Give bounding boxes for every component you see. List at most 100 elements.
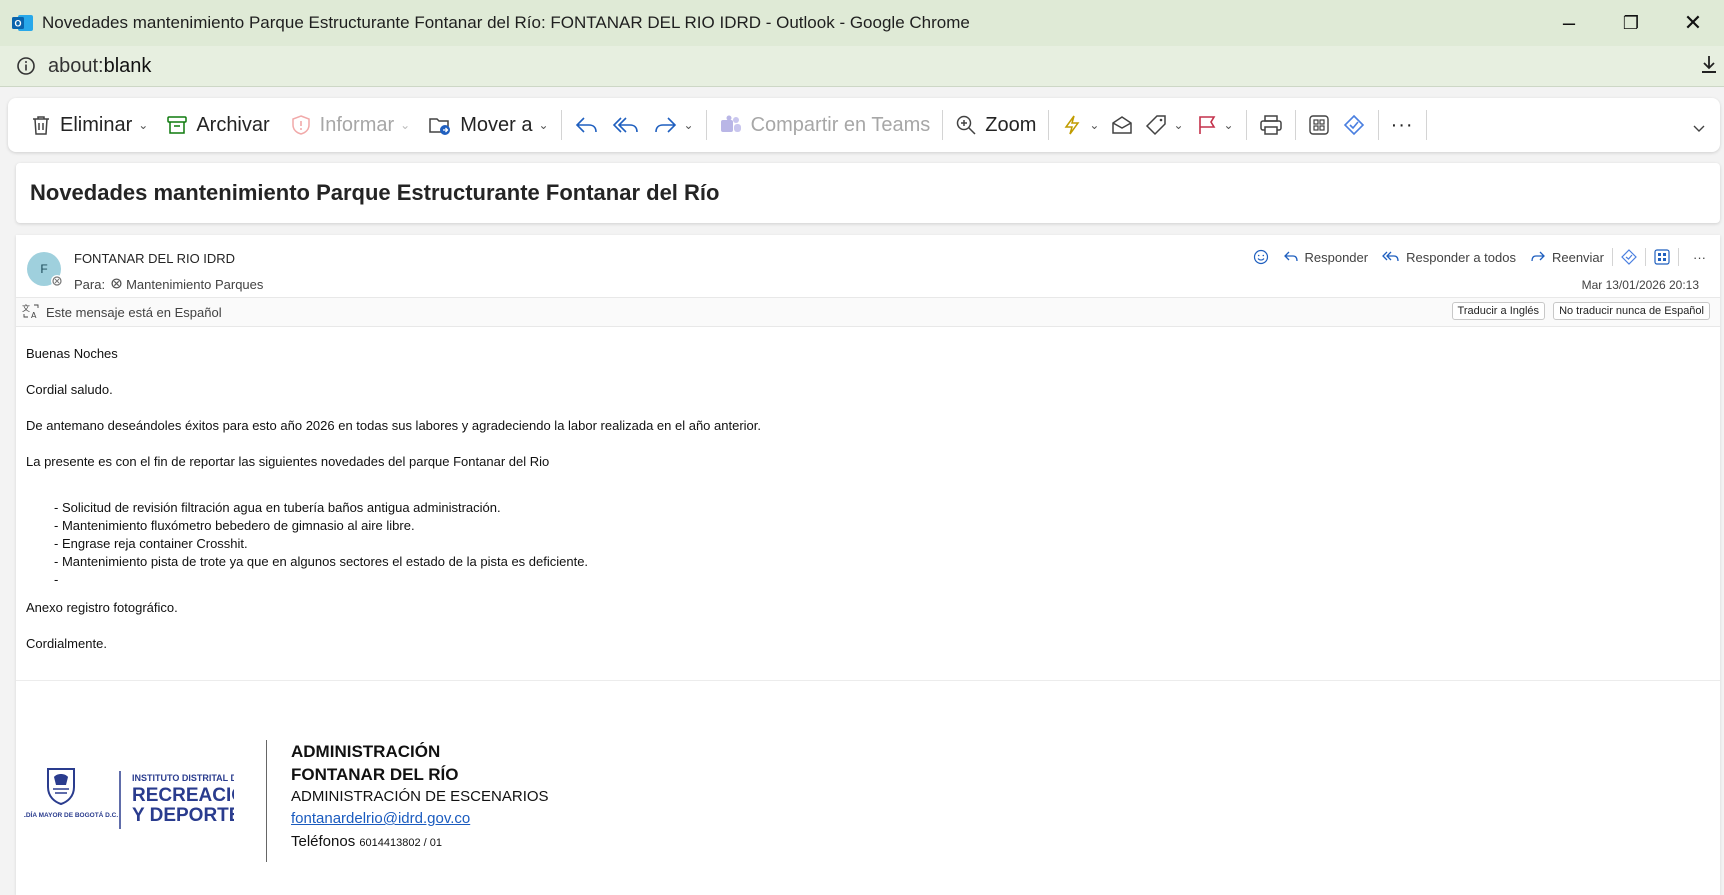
ribbon-divider bbox=[942, 110, 944, 140]
to-label: Para: bbox=[74, 277, 106, 292]
address-bar[interactable]: about:blank bbox=[0, 46, 1724, 87]
chevron-down-icon[interactable]: ⌄ bbox=[684, 118, 694, 132]
forward-button[interactable]: ⌄ bbox=[646, 105, 700, 145]
reply-all-action[interactable]: Responder a todos bbox=[1382, 250, 1516, 265]
window-title: Novedades mantenimiento Parque Estructur… bbox=[42, 13, 970, 32]
categorize-button[interactable]: ⌄ bbox=[1139, 105, 1189, 145]
reply-label: Responder bbox=[1304, 249, 1369, 265]
signature-divider-line bbox=[266, 740, 267, 862]
translation-notice: Este mensaje está en Español bbox=[46, 304, 222, 320]
closing-text: Cordialmente. bbox=[26, 636, 107, 651]
message-actions: Responder Responder a todos Reenviar ··· bbox=[1239, 248, 1706, 266]
annex-text: Anexo registro fotográfico. bbox=[26, 600, 178, 615]
print-button[interactable] bbox=[1253, 105, 1289, 145]
message-reading-pane: F FONTANAR DEL RIO IDRD Para: Mantenimie… bbox=[4, 235, 1720, 895]
chevron-down-icon[interactable]: ⌄ bbox=[138, 118, 148, 132]
signature-line-3: ADMINISTRACIÓN DE ESCENARIOS bbox=[291, 788, 549, 805]
archive-button[interactable]: Archivar bbox=[160, 105, 275, 145]
translate-button[interactable]: Traducir a Inglés bbox=[1451, 302, 1546, 320]
apps-action[interactable] bbox=[1654, 249, 1670, 265]
restore-button[interactable]: ❐ bbox=[1600, 0, 1662, 46]
idrd-logo: ALCALDÍA MAYOR DE BOGOTÁ D.C. INSTITUTO … bbox=[4, 765, 260, 835]
loop-button[interactable] bbox=[1336, 105, 1372, 145]
signature-phone: Teléfonos 6014413802 / 01 bbox=[291, 830, 549, 855]
delete-button[interactable]: Eliminar ⌄ bbox=[24, 105, 154, 145]
ribbon-divider bbox=[1377, 110, 1379, 140]
shield-icon bbox=[291, 115, 310, 135]
greeting-text: Buenas Noches bbox=[26, 346, 118, 361]
chevron-down-icon[interactable]: ⌄ bbox=[1173, 118, 1183, 132]
translate-icon: 文A bbox=[22, 303, 40, 322]
minimize-button[interactable]: – bbox=[1538, 0, 1600, 46]
chevron-down-icon[interactable]: ⌄ bbox=[538, 118, 548, 132]
sender-name[interactable]: FONTANAR DEL RIO IDRD bbox=[74, 251, 235, 266]
signature-line-2: FONTANAR DEL RÍO bbox=[291, 765, 459, 784]
presence-unknown-icon bbox=[111, 277, 122, 292]
forward-icon bbox=[1531, 251, 1545, 262]
move-label: Mover a bbox=[460, 113, 533, 136]
ribbon-divider bbox=[1245, 110, 1247, 140]
share-teams-button[interactable]: Compartir en Teams bbox=[713, 105, 937, 145]
forward-label: Reenviar bbox=[1551, 249, 1604, 265]
more-options-button[interactable]: ··· bbox=[1385, 105, 1420, 145]
loop-icon bbox=[1621, 249, 1637, 265]
list-item: - bbox=[54, 572, 59, 587]
reply-button[interactable] bbox=[568, 105, 606, 145]
lightning-icon bbox=[1064, 115, 1080, 135]
more-actions-button[interactable]: ··· bbox=[1693, 250, 1706, 265]
presence-icon bbox=[51, 275, 63, 287]
svg-text:INSTITUTO DISTRITAL DE: INSTITUTO DISTRITAL DE bbox=[132, 773, 234, 783]
move-button[interactable]: Mover a ⌄ bbox=[422, 105, 554, 145]
forward-action[interactable]: Reenviar bbox=[1530, 250, 1604, 265]
signature-divider bbox=[16, 680, 1720, 681]
mark-read-button[interactable] bbox=[1105, 105, 1139, 145]
apps-button[interactable] bbox=[1302, 105, 1336, 145]
apps-grid-icon bbox=[1654, 249, 1670, 265]
phone-value: 6014413802 / 01 bbox=[359, 837, 442, 849]
svg-text:RECREACIÓN: RECREACIÓN bbox=[132, 784, 234, 806]
quick-steps-button[interactable]: ⌄ bbox=[1055, 105, 1105, 145]
report-button[interactable]: Informar ⌄ bbox=[284, 105, 417, 145]
actions-divider bbox=[1678, 248, 1679, 266]
svg-text:Y DEPORTE: Y DEPORTE bbox=[132, 805, 234, 826]
teams-icon bbox=[720, 115, 741, 132]
printer-icon bbox=[1259, 115, 1282, 135]
signature-block: ADMINISTRACIÓN FONTANAR DEL RÍO ADMINIST… bbox=[291, 740, 549, 855]
ribbon-divider bbox=[1425, 110, 1427, 140]
reply-all-icon bbox=[612, 117, 638, 133]
reply-all-icon bbox=[1382, 251, 1399, 262]
flag-icon bbox=[1198, 116, 1215, 134]
flag-button[interactable]: ⌄ bbox=[1190, 105, 1240, 145]
trash-icon bbox=[33, 116, 49, 135]
recipient-name[interactable]: Mantenimiento Parques bbox=[126, 277, 263, 292]
zoom-button[interactable]: Zoom bbox=[949, 105, 1042, 145]
svg-text:文: 文 bbox=[22, 303, 30, 313]
chevron-down-icon[interactable]: ⌄ bbox=[1089, 118, 1099, 132]
delete-label: Eliminar bbox=[60, 113, 133, 136]
subject-header: Novedades mantenimiento Parque Estructur… bbox=[16, 163, 1720, 223]
ribbon-divider bbox=[1048, 110, 1050, 140]
download-icon[interactable] bbox=[1700, 54, 1718, 81]
chevron-down-icon[interactable]: ⌄ bbox=[400, 118, 410, 132]
signature-email-link[interactable]: fontanardelrio@idrd.gov.co bbox=[291, 808, 549, 830]
emoji-reaction-button[interactable] bbox=[1253, 249, 1269, 265]
reply-action[interactable]: Responder bbox=[1283, 249, 1369, 265]
loop-action[interactable] bbox=[1621, 249, 1637, 265]
archive-label: Archivar bbox=[196, 113, 270, 136]
envelope-open-icon bbox=[1112, 116, 1133, 134]
reply-icon bbox=[575, 117, 597, 133]
chevron-down-icon[interactable]: ⌄ bbox=[1224, 118, 1234, 132]
info-icon[interactable] bbox=[16, 56, 36, 76]
translation-bar: 文A Este mensaje está en Español Traducir… bbox=[16, 297, 1720, 327]
url-text[interactable]: about:blank bbox=[48, 55, 151, 78]
reply-all-button[interactable] bbox=[606, 105, 646, 145]
ribbon-divider bbox=[1294, 110, 1296, 140]
reply-icon bbox=[1283, 251, 1298, 262]
ribbon-expand-icon[interactable] bbox=[1692, 116, 1706, 139]
list-item: - Mantenimiento pista de trote ya que en… bbox=[54, 554, 589, 569]
close-button[interactable]: ✕ bbox=[1662, 0, 1724, 46]
forward-icon bbox=[654, 117, 676, 133]
received-date: Mar 13/01/2026 20:13 bbox=[1581, 278, 1699, 292]
never-translate-button[interactable]: No traducir nunca de Español bbox=[1553, 302, 1710, 320]
list-item: - Mantenimiento fluxómetro bebedero de g… bbox=[54, 518, 415, 533]
